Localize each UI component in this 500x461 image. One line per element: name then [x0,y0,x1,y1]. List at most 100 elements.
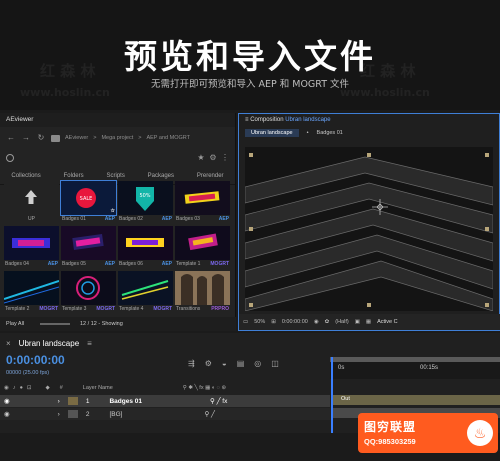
active-camera-select[interactable]: Active C [377,319,397,325]
asset-item[interactable]: Badges 06 AEP [118,226,173,268]
grid-icon[interactable]: ⊞ [271,319,276,325]
play-all-button[interactable]: Play All [6,321,24,327]
monitor-icon[interactable]: ▭ [243,319,248,325]
tab-packages[interactable]: Packages [148,173,174,179]
asset-item[interactable]: Template 3 MOGRT [61,271,116,313]
star-icon[interactable]: ☆ [111,208,115,214]
composition-viewer[interactable] [245,147,493,311]
menu-icon[interactable]: ≡ [245,117,249,123]
label-icon[interactable]: ◆ [46,385,50,391]
tab-badges-01[interactable]: Badges 01 [317,130,343,136]
asset-tag: AEP [104,216,115,222]
layer-name-header[interactable]: Layer Name [83,385,113,391]
layer-header: ◉ ♪ ● ⊡ ◆ # Layer Name ⚲ ✱ ╲ fx ▦ ◐ ◌ ⊛ [0,382,330,394]
search-icon[interactable] [6,154,14,162]
tab-prerender[interactable]: Prerender [197,173,224,179]
label-color-swatch[interactable] [67,397,78,405]
ruler-label: 0s [338,365,345,371]
layer-name[interactable]: [BG] [109,411,122,418]
back-arrow-icon[interactable]: ← [6,133,16,143]
up-arrow-icon [25,190,37,204]
timeline-comp-name[interactable]: Ubran landscape [19,339,79,348]
work-area-bar[interactable] [330,357,500,362]
tab-ubran-landscape[interactable]: Ubran landscape [245,128,299,137]
asset-item[interactable]: Badges 03 AEP [175,181,230,223]
search-input[interactable] [18,153,193,163]
shy-icon[interactable]: ◒ [222,359,227,368]
layer-number-header: # [59,385,63,391]
transparency-icon[interactable]: ▦ [366,319,371,325]
asset-item[interactable]: Template 4 MOGRT [118,271,173,313]
breadcrumb-item[interactable]: Mega project [101,135,133,141]
asset-item[interactable]: Badges 05 AEP [61,226,116,268]
asset-thumbnail: 50% [118,181,173,215]
expand-icon[interactable]: › [58,411,60,418]
asset-tag: MOGRT [210,261,229,267]
playhead[interactable] [331,357,333,433]
region-icon[interactable]: ▣ [355,319,360,325]
time-ruler[interactable]: 0s 00:15s [330,357,500,379]
draft-3d-icon[interactable]: ⚙ [205,359,212,368]
flame-logo-icon: ♨ [467,420,493,446]
tab-folders[interactable]: Folders [64,173,84,179]
aeviewer-search-bar: ★ ⚙ ⋮ [0,149,235,167]
label-color-swatch[interactable] [67,410,78,418]
asset-tag: PRPRO [211,306,229,312]
camera-icon[interactable]: ◉ [314,319,319,325]
asset-item-up[interactable]: UP [4,181,59,223]
lock-icon[interactable]: ⊡ [27,385,32,391]
folder-icon [51,134,60,142]
eye-icon[interactable]: ◉ [4,397,10,405]
timecode-display[interactable]: 0:00:00:00 [282,319,308,325]
sale-badge-graphic: SALE [76,188,96,208]
color-icon[interactable]: ✿ [325,319,330,325]
gear-icon[interactable]: ⚙ [209,154,217,162]
forward-arrow-icon[interactable]: → [21,133,31,143]
timeline-header: × Ubran landscape ≡ [0,333,500,353]
frame-blend-icon[interactable]: ▤ [237,359,245,368]
refresh-icon[interactable]: ↻ [36,133,46,143]
solo-icon[interactable]: ● [20,385,23,391]
asset-item[interactable]: 50% Badges 02 AEP [118,181,173,223]
hero-banner: 红 森 林 www.hoslin.cn 红 森 林 www.hoslin.cn … [0,0,500,110]
tab-collections[interactable]: Collections [11,173,40,179]
asset-tag: AEP [218,216,229,222]
current-time[interactable]: 0:00:00:00 [6,353,65,367]
eye-icon[interactable]: ◉ [4,385,9,391]
resolution-select[interactable]: (Half) [335,319,348,325]
star-icon[interactable]: ★ [197,154,205,162]
breadcrumb-item[interactable]: AEP and MOGRT [146,135,190,141]
layer-row[interactable]: ◉ › 2 [BG] ⚲ ╱ [0,408,330,420]
layer-switches-icon[interactable]: ⚲ ╱ [204,410,214,418]
layer-track-bar[interactable] [333,395,500,405]
flowchart-icon[interactable]: ⇶ [188,359,195,368]
menu-dots-icon[interactable]: ⋮ [221,154,229,162]
asset-item[interactable]: Badges 04 AEP [4,226,59,268]
asset-item[interactable]: Transitions PRPRO [175,271,230,313]
motion-blur-icon[interactable]: ◎ [254,359,261,368]
graph-editor-icon[interactable]: ◫ [271,359,279,368]
out-marker[interactable]: Out [338,396,353,402]
layer-name[interactable]: Badges 01 [109,398,142,405]
asset-thumbnail: SALE ☆ [60,180,117,216]
layer-row[interactable]: ◉ › 1 Badges 01 ⚲ ╱ fx [0,395,330,407]
banner-badge-graphic [188,233,218,251]
menu-icon[interactable]: ≡ [87,339,92,348]
close-icon[interactable]: × [6,339,11,348]
audio-icon[interactable]: ♪ [13,385,16,391]
eye-icon[interactable]: ◉ [4,410,10,418]
thumbnail-size-slider[interactable] [40,323,70,325]
breadcrumb-item[interactable]: AEviewer [65,135,88,141]
asset-item[interactable]: Template 2 MOGRT [4,271,59,313]
asset-thumbnail [118,226,173,260]
tab-scripts[interactable]: Scripts [106,173,124,179]
asset-tag: AEP [161,216,172,222]
asset-item[interactable]: SALE ☆ Badges 01 AEP [60,180,117,223]
asset-tag: MOGRT [96,306,115,312]
expand-icon[interactable]: › [58,398,60,405]
banner-badge-graphic [184,191,220,204]
asset-item[interactable]: Template 1 MOGRT [175,226,230,268]
layer-switches-icon[interactable]: ⚲ ╱ fx [210,397,227,405]
zoom-select[interactable]: 50% [254,319,265,325]
badge-qq: QQ:985303259 [364,437,416,446]
